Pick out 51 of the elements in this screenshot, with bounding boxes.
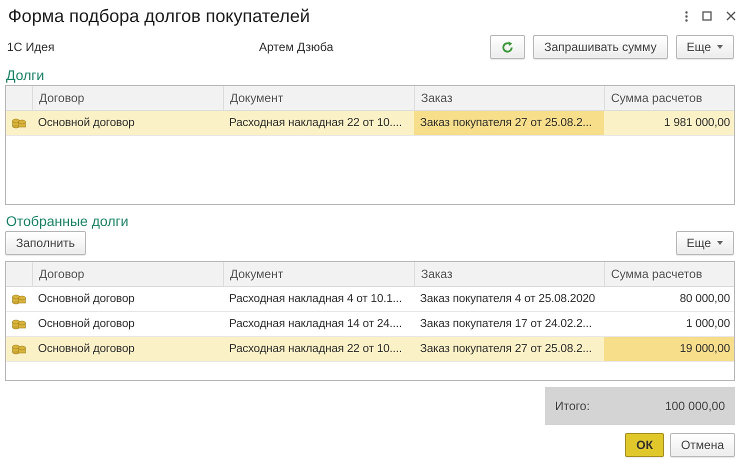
column-header[interactable]: Документ bbox=[223, 86, 414, 110]
section-title: Долги bbox=[5, 66, 46, 85]
refresh-button[interactable] bbox=[490, 35, 526, 59]
cancel-button[interactable]: Отмена bbox=[670, 433, 735, 457]
coins-icon bbox=[12, 343, 26, 355]
table-cell-text: Основной договор bbox=[37, 342, 136, 357]
table-cell: 19 000,00 bbox=[604, 337, 734, 361]
ok-button[interactable]: ОК bbox=[625, 433, 664, 457]
manager-label: Артем Дзюба bbox=[259, 40, 334, 54]
window-title: Форма подбора долгов покупателей bbox=[8, 6, 311, 26]
table-cell-text: 1 981 000,00 bbox=[663, 116, 731, 131]
caret-icon bbox=[717, 45, 723, 49]
table-cell-text: 80 000,00 bbox=[678, 292, 731, 307]
table-cell-text: 1 000,00 bbox=[685, 317, 731, 332]
organization-label: 1С Идея bbox=[7, 40, 56, 54]
table-cell-text: Основной договор bbox=[37, 116, 136, 131]
column-header[interactable]: Договор bbox=[32, 262, 223, 286]
more-button[interactable]: Еще bbox=[676, 231, 734, 255]
table-cell-text: Основной договор bbox=[37, 317, 136, 332]
section-title: Отобранные долги bbox=[5, 212, 130, 231]
more-button[interactable]: Еще bbox=[676, 35, 734, 59]
table-cell-text: Заказ покупателя 4 от 25.08.2020 bbox=[419, 292, 596, 307]
coins-icon bbox=[12, 293, 26, 305]
total-label: Итого: bbox=[555, 399, 590, 413]
maximize-icon[interactable] bbox=[702, 11, 712, 21]
table-cell: Заказ покупателя 27 от 25.08.2... bbox=[414, 111, 604, 135]
table-row[interactable]: Основной договор Расходная накладная 4 от 10.1... Заказ покупателя 4 от 25.08.2020 80 000,00 bbox=[6, 287, 734, 312]
column-header[interactable]: Заказ bbox=[414, 262, 604, 286]
table-cell-text: Расходная накладная 22 от 10.... bbox=[228, 342, 403, 357]
table-cell-text: Заказ покупателя 27 от 25.08.2... bbox=[419, 342, 593, 357]
table-cell-text: Расходная накладная 4 от 10.1... bbox=[228, 292, 403, 307]
column-header[interactable]: Сумма расчетов bbox=[604, 262, 734, 286]
table-cell-text: Расходная накладная 22 от 10.... bbox=[228, 116, 403, 131]
table-cell-text: Расходная накладная 14 от 24.... bbox=[228, 317, 403, 332]
fill-button[interactable]: Заполнить bbox=[5, 231, 86, 255]
table-row[interactable]: Основной договор Расходная накладная 22 от 10.... Заказ покупателя 27 от 25.08.2... 19 000,00 bbox=[6, 337, 734, 362]
table-row[interactable]: Основной договор Расходная накладная 22 от 10.... Заказ покупателя 27 от 25.08.2... 1 981 000,00 bbox=[6, 111, 734, 136]
close-icon[interactable] bbox=[726, 11, 736, 21]
table-cell-text: Заказ покупателя 17 от 24.02.2... bbox=[419, 317, 593, 332]
column-header[interactable]: Договор bbox=[32, 86, 223, 110]
column-header[interactable]: Заказ bbox=[414, 86, 604, 110]
column-header[interactable]: Сумма расчетов bbox=[604, 86, 734, 110]
coins-icon bbox=[12, 117, 26, 129]
refresh-icon bbox=[501, 40, 514, 54]
total-value: 100 000,00 bbox=[664, 399, 725, 413]
more-icon[interactable] bbox=[685, 10, 688, 22]
table-cell-text: Основной договор bbox=[37, 292, 136, 307]
coins-icon bbox=[12, 318, 26, 330]
ask-sum-button[interactable]: Запрашивать сумму bbox=[533, 35, 668, 59]
column-header[interactable]: Документ bbox=[223, 262, 414, 286]
caret-icon bbox=[717, 241, 723, 245]
